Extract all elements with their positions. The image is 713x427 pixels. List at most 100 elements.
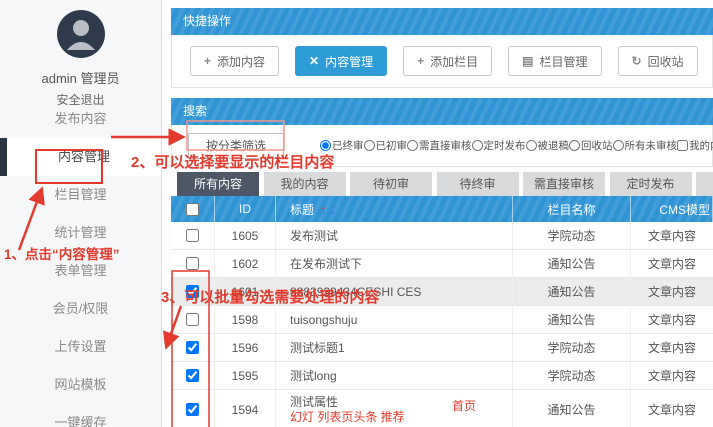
- row-column: 通知公告: [513, 250, 631, 277]
- row-checkbox[interactable]: [186, 257, 199, 270]
- radio-input[interactable]: [472, 140, 483, 151]
- sidebar-item-statistics[interactable]: 统计管理: [0, 214, 161, 252]
- tab-all-content[interactable]: 所有内容: [177, 172, 259, 196]
- add-column-button[interactable]: + 添加栏目: [403, 46, 492, 76]
- row-title[interactable]: 8883939434CESHI CES: [276, 278, 513, 305]
- sidebar-item-publish-content[interactable]: 发布内容: [0, 100, 161, 138]
- checkbox-label: 我的内容: [689, 138, 713, 153]
- search-body: 按分类筛选 已终审 已初审 需直接审核 定时发布 被退稿 回收站 所有未审核 我…: [171, 125, 713, 167]
- row-id: 1602: [215, 250, 276, 277]
- row-title[interactable]: 在发布测试下: [276, 250, 513, 277]
- row-column: 学院动态: [513, 222, 631, 249]
- row-checkbox[interactable]: [186, 229, 199, 242]
- sidebar: admin 管理员 安全退出 发布内容 内容管理 栏目管理 统计管理 表单管理 …: [0, 0, 162, 427]
- row-model: 文章内容: [631, 390, 713, 427]
- tab-cutoff[interactable]: [696, 172, 713, 196]
- row-title[interactable]: 测试long: [276, 362, 513, 389]
- content-table: ID 标题 ↑ ↓ 栏目名称 CMS模型 1605 发布测试 学院动态 文章内容…: [171, 196, 713, 427]
- radio-first-audited[interactable]: 已初审: [364, 138, 408, 153]
- recycle-bin-button[interactable]: ↻ 回收站: [618, 46, 698, 76]
- search-panel: 搜索 按分类筛选 已终审 已初审 需直接审核 定时发布 被退稿 回收站 所有未审…: [171, 98, 713, 167]
- table-row: 1605 发布测试 学院动态 文章内容: [171, 222, 713, 250]
- row-title[interactable]: 测试标题1: [276, 334, 513, 361]
- radio-label: 已终审: [332, 138, 364, 153]
- table-row: 1601 8883939434CESHI CES 通知公告 文章内容: [171, 278, 713, 306]
- row-id: 1601: [215, 278, 276, 305]
- sort-ascending-icon[interactable]: ↑: [320, 202, 327, 217]
- row-model: 文章内容: [631, 278, 713, 305]
- sidebar-menu: 发布内容 内容管理 栏目管理 统计管理 表单管理 会员/权限 上传设置 网站模板…: [0, 100, 161, 427]
- homepage-flag: 首页: [452, 397, 476, 414]
- row-title[interactable]: tuisongshuju: [276, 306, 513, 333]
- row-title[interactable]: 发布测试: [276, 222, 513, 249]
- quick-actions-body: + 添加内容 ✕ 内容管理 + 添加栏目 ▤ 栏目管理 ↻ 回收站: [171, 35, 713, 88]
- radio-input[interactable]: [407, 140, 418, 151]
- plus-icon: +: [204, 54, 211, 68]
- add-content-button[interactable]: + 添加内容: [190, 46, 279, 76]
- radio-input[interactable]: [569, 140, 580, 151]
- row-attributes: 幻灯 列表页头条 推荐: [290, 410, 512, 425]
- checkbox-input[interactable]: [677, 140, 688, 151]
- radio-final-audited[interactable]: 已终审: [320, 138, 364, 153]
- row-column: 通知公告: [513, 306, 631, 333]
- radio-input[interactable]: [526, 140, 537, 151]
- my-content-checkbox[interactable]: 我的内容: [677, 138, 713, 153]
- sidebar-item-cache[interactable]: 一键缓存: [0, 404, 161, 427]
- row-checkbox[interactable]: [186, 369, 199, 382]
- user-icon: [57, 10, 105, 58]
- row-checkbox[interactable]: [186, 285, 199, 298]
- row-column: 学院动态: [513, 362, 631, 389]
- tab-my-content[interactable]: 我的内容: [264, 172, 346, 196]
- radio-unaudited[interactable]: 所有未审核: [613, 138, 678, 153]
- row-checkbox[interactable]: [186, 313, 199, 326]
- content-management-button[interactable]: ✕ 内容管理: [295, 46, 387, 76]
- row-column: 通知公告: [513, 278, 631, 305]
- recycle-bin-label: 回收站: [648, 53, 684, 70]
- sidebar-item-members[interactable]: 会员/权限: [0, 290, 161, 328]
- sidebar-item-column-management[interactable]: 栏目管理: [0, 176, 161, 214]
- row-checkbox[interactable]: [186, 341, 199, 354]
- table-row: 1598 tuisongshuju 通知公告 文章内容: [171, 306, 713, 334]
- header-title-label: 标题: [290, 201, 314, 218]
- row-model: 文章内容: [631, 222, 713, 249]
- radio-input[interactable]: [364, 140, 375, 151]
- row-id: 1595: [215, 362, 276, 389]
- table-row: 1595 测试long 学院动态 文章内容: [171, 362, 713, 390]
- tab-direct-audit[interactable]: 需直接审核: [523, 172, 605, 196]
- filter-by-category-button[interactable]: 按分类筛选: [188, 133, 284, 159]
- tab-pending-first-audit[interactable]: 待初审: [350, 172, 432, 196]
- row-title-cell: 测试属性 幻灯 列表页头条 推荐 首页: [276, 390, 513, 427]
- row-id: 1605: [215, 222, 276, 249]
- select-all-checkbox[interactable]: [186, 203, 199, 216]
- clipboard-icon: ▤: [522, 54, 533, 68]
- column-management-button[interactable]: ▤ 栏目管理: [508, 46, 601, 76]
- content-management-label: 内容管理: [325, 53, 373, 70]
- plus-icon: +: [417, 54, 424, 68]
- radio-scheduled[interactable]: 定时发布: [472, 138, 526, 153]
- radio-direct-audit[interactable]: 需直接审核: [407, 138, 472, 153]
- header-column-name: 栏目名称: [513, 196, 631, 222]
- radio-recycle[interactable]: 回收站: [569, 138, 613, 153]
- quick-actions-title: 快捷操作: [171, 8, 713, 35]
- sidebar-item-site-templates[interactable]: 网站模板: [0, 366, 161, 404]
- wrench-icon: ✕: [309, 54, 319, 68]
- row-id: 1598: [215, 306, 276, 333]
- user-name: admin 管理员: [0, 68, 161, 87]
- sidebar-item-forms[interactable]: 表单管理: [0, 252, 161, 290]
- radio-input[interactable]: [320, 140, 331, 151]
- radio-input[interactable]: [613, 140, 624, 151]
- table-header: ID 标题 ↑ ↓ 栏目名称 CMS模型: [171, 196, 713, 222]
- sidebar-item-content-management[interactable]: 内容管理: [0, 138, 161, 176]
- sort-descending-icon[interactable]: ↓: [330, 202, 337, 217]
- tab-scheduled[interactable]: 定时发布: [610, 172, 692, 196]
- row-model: 文章内容: [631, 250, 713, 277]
- cms-admin-screen: admin 管理员 安全退出 发布内容 内容管理 栏目管理 统计管理 表单管理 …: [0, 0, 713, 427]
- radio-rejected[interactable]: 被退稿: [526, 138, 570, 153]
- table-row: 1602 在发布测试下 通知公告 文章内容: [171, 250, 713, 278]
- sidebar-item-upload-settings[interactable]: 上传设置: [0, 328, 161, 366]
- tab-pending-final-audit[interactable]: 待终审: [437, 172, 519, 196]
- header-id: ID: [215, 196, 276, 222]
- row-title[interactable]: 测试属性: [290, 395, 512, 410]
- refresh-icon: ↻: [632, 54, 642, 68]
- row-checkbox[interactable]: [186, 403, 199, 416]
